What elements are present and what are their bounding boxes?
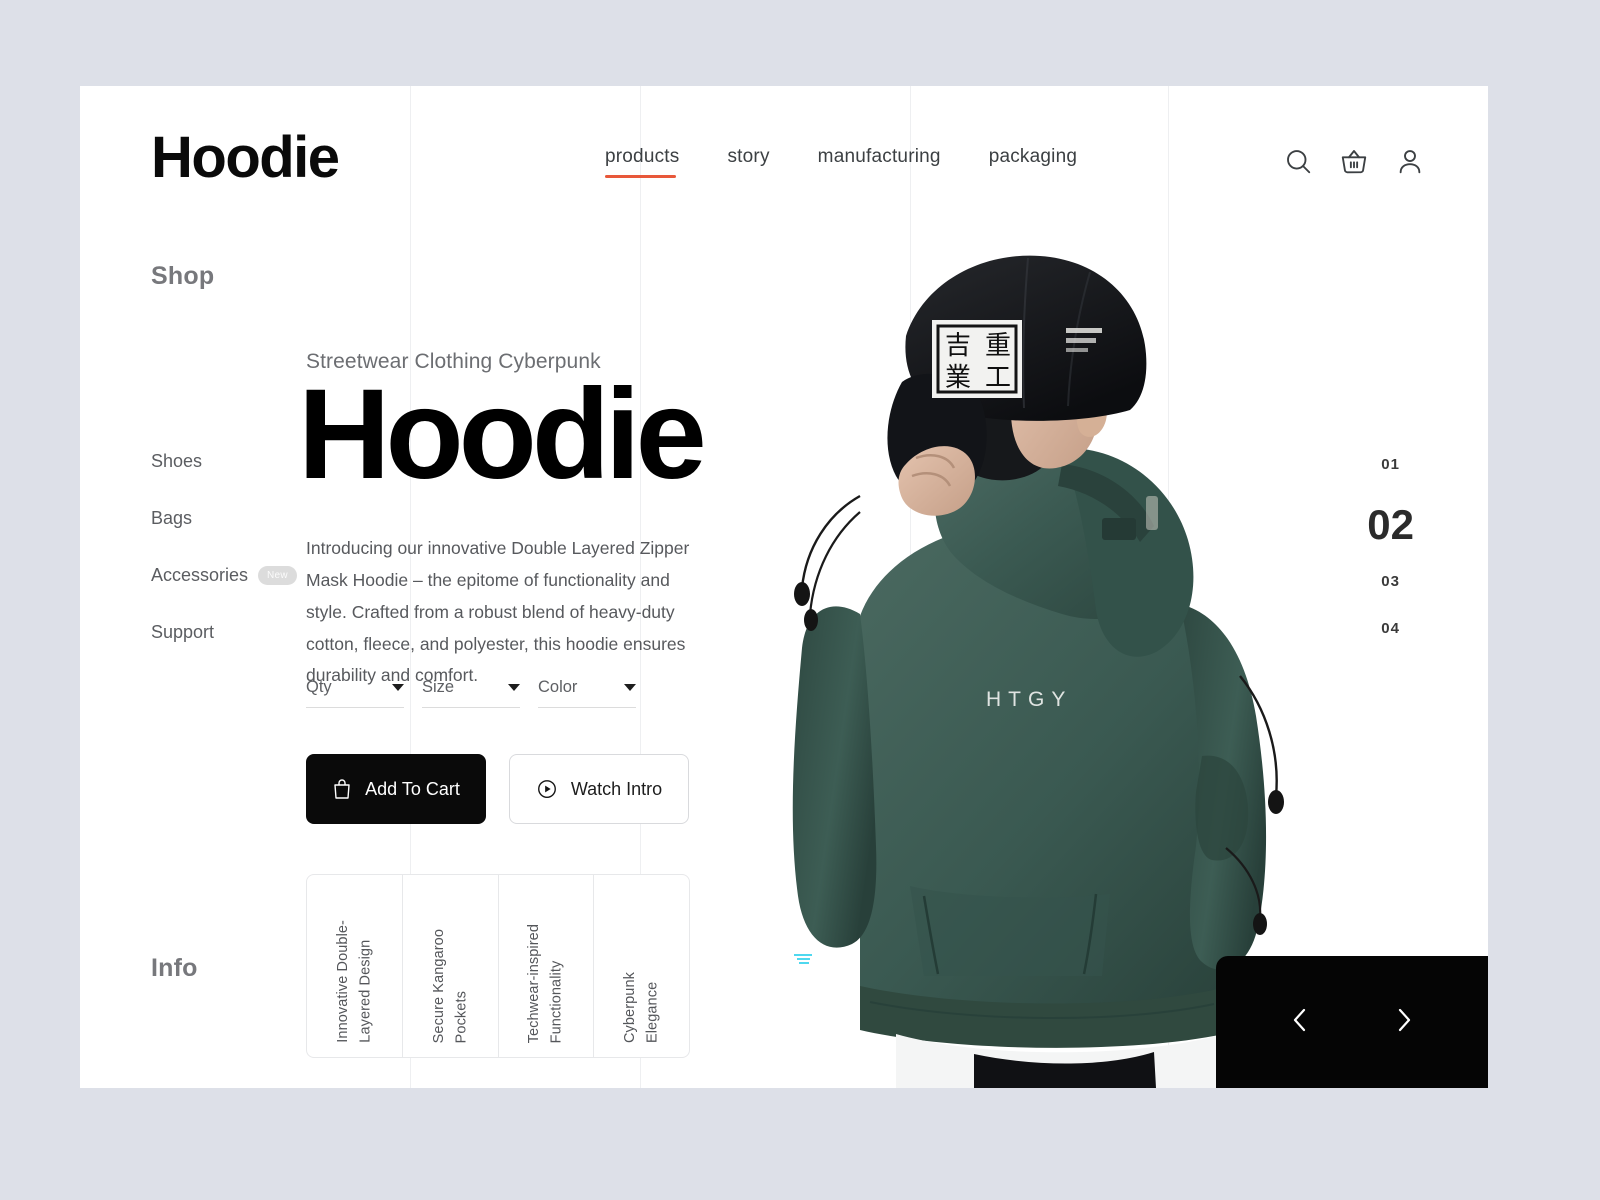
- feature-card-label: Secure Kangaroo Pockets: [430, 928, 470, 1043]
- svg-text:重: 重: [985, 331, 1011, 361]
- main-nav: products story manufacturing packaging: [605, 146, 1125, 178]
- size-select-label: Size: [422, 678, 455, 696]
- feature-card-label: Techwear-inspired Functionality: [526, 923, 565, 1043]
- chevron-down-icon: [508, 684, 520, 691]
- slide-pagination: 01 02 03 04: [1367, 456, 1414, 637]
- feature-card[interactable]: Techwear-inspired Functionality: [499, 875, 595, 1057]
- nav-item-products[interactable]: products: [605, 146, 679, 178]
- pagination-item-01[interactable]: 01: [1381, 456, 1400, 473]
- sidebar-item-label: Bags: [151, 508, 193, 528]
- sidebar-item-label: Support: [151, 622, 215, 642]
- basket-icon[interactable]: [1339, 146, 1369, 176]
- svg-text:HTGY: HTGY: [986, 688, 1072, 711]
- status-badge-new: New: [258, 566, 297, 585]
- slider-nav-panel: [1216, 956, 1488, 1088]
- image-artifact-mark: [794, 954, 812, 964]
- svg-text:吉: 吉: [945, 331, 971, 361]
- sidebar-item-bags[interactable]: Bags: [151, 508, 381, 529]
- feature-card[interactable]: Innovative Double- Layered Design: [307, 875, 403, 1057]
- color-select[interactable]: Color: [538, 678, 636, 708]
- play-circle-icon: [536, 778, 558, 800]
- size-select[interactable]: Size: [422, 678, 520, 708]
- product-actions: Add To Cart Watch Intro: [306, 754, 689, 824]
- color-select-label: Color: [538, 678, 578, 696]
- sidebar-item-label: Accessories: [151, 565, 249, 585]
- pagination-item-04[interactable]: 04: [1381, 620, 1400, 637]
- page-title: Hoodie: [298, 363, 707, 506]
- nav-item-manufacturing[interactable]: manufacturing: [818, 146, 941, 178]
- chevron-right-icon[interactable]: [1393, 1005, 1415, 1040]
- feature-card[interactable]: Secure Kangaroo Pockets: [403, 875, 499, 1057]
- sidebar-shop-title: Shop: [151, 262, 215, 290]
- brand-logo[interactable]: Hoodie: [151, 129, 340, 187]
- page-canvas: Hoodie products story manufacturing pack…: [80, 86, 1488, 1088]
- feature-card-label: Cyberpunk Elegance: [622, 971, 661, 1043]
- chevron-left-icon[interactable]: [1289, 1005, 1311, 1040]
- nav-item-packaging[interactable]: packaging: [989, 146, 1077, 178]
- header-icon-group: [1283, 146, 1425, 176]
- chevron-down-icon: [392, 684, 404, 691]
- user-icon[interactable]: [1395, 146, 1425, 176]
- sidebar-item-label: Shoes: [151, 451, 203, 471]
- watch-intro-button[interactable]: Watch Intro: [509, 754, 689, 824]
- qty-select[interactable]: Qty: [306, 678, 404, 708]
- pagination-item-03[interactable]: 03: [1381, 573, 1400, 590]
- feature-card-label: Innovative Double- Layered Design: [334, 920, 374, 1043]
- feature-card[interactable]: Cyberpunk Elegance: [594, 875, 689, 1057]
- sidebar-info-title: Info: [151, 954, 198, 982]
- product-options: Qty Size Color: [306, 678, 636, 708]
- qty-select-label: Qty: [306, 678, 332, 696]
- chevron-down-icon: [624, 684, 636, 691]
- watch-intro-label: Watch Intro: [570, 778, 663, 799]
- pagination-item-02[interactable]: 02: [1367, 501, 1414, 549]
- add-to-cart-button[interactable]: Add To Cart: [306, 754, 486, 824]
- svg-text:業: 業: [945, 363, 971, 393]
- search-icon[interactable]: [1283, 146, 1313, 176]
- feature-card-list: Innovative Double- Layered Design Secure…: [306, 874, 690, 1058]
- product-description: Introducing our innovative Double Layere…: [306, 538, 690, 686]
- shopping-bag-icon: [332, 778, 352, 800]
- add-to-cart-label: Add To Cart: [365, 778, 460, 799]
- svg-text:工: 工: [985, 363, 1011, 393]
- nav-item-story[interactable]: story: [727, 146, 769, 178]
